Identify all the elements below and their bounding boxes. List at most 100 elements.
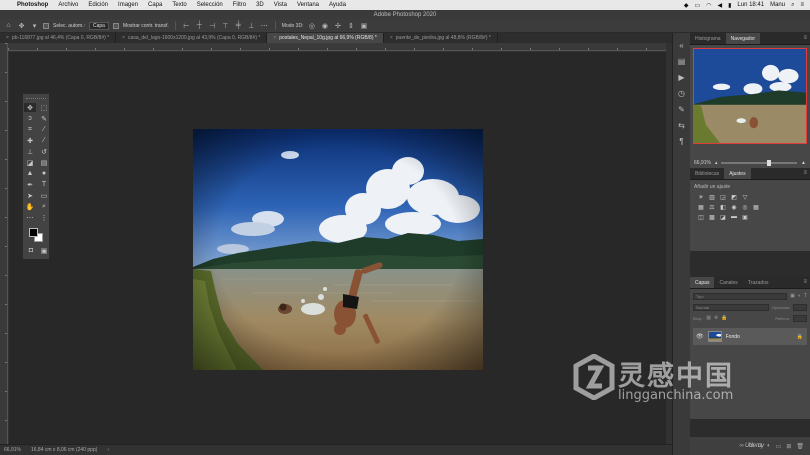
document-tab[interactable]: × puente_de_piedra.jpg al 48,8% (RGB/8#)… (384, 33, 498, 43)
hand-tool-icon[interactable]: ✋ (24, 202, 36, 211)
black-white-icon[interactable]: ◧ (720, 204, 726, 211)
menu-imagen[interactable]: Imagen (113, 2, 143, 8)
menu-capa[interactable]: Capa (143, 2, 167, 8)
tab-trazados[interactable]: Trazados (743, 277, 774, 288)
opacity-field[interactable] (793, 303, 807, 311)
zoom-level[interactable]: 66,91% (4, 447, 21, 453)
healing-brush-tool-icon[interactable]: ✚ (24, 136, 36, 145)
rectangle-tool-icon[interactable]: ▭ (38, 191, 50, 200)
navigator-thumbnail[interactable] (693, 48, 807, 144)
align-left-icon[interactable]: ⊢ (182, 21, 191, 30)
delete-layer-icon[interactable]: 🗑 (796, 443, 804, 450)
slide-3d-icon[interactable]: ⇕ (346, 21, 355, 30)
drag-3d-icon[interactable]: ✢ (333, 21, 342, 30)
properties-icon[interactable]: ▤ (677, 57, 686, 66)
fill-field[interactable] (793, 314, 807, 322)
selective-color-icon[interactable]: ▣ (742, 214, 748, 221)
dodge-tool-icon[interactable]: ● (38, 169, 50, 178)
document-image[interactable] (193, 129, 483, 370)
filter-pixel-icon[interactable]: ▣ (790, 293, 795, 299)
battery-icon[interactable]: ▮ (728, 2, 731, 9)
move-tool-icon[interactable]: ✥ (17, 21, 26, 30)
new-group-icon[interactable]: ▭ (776, 443, 782, 450)
home-icon[interactable]: ⌂ (4, 21, 13, 30)
blur-tool-icon[interactable]: ▲ (24, 169, 36, 178)
history-brush-tool-icon[interactable]: ↺ (38, 147, 50, 156)
exposure-icon[interactable]: ◩ (731, 194, 737, 201)
posterize-icon[interactable]: ▩ (709, 214, 715, 221)
paths-icon[interactable]: ⇆ (677, 121, 686, 130)
document-tab-active[interactable]: × postales_Nepal_10g.jpg al 66,9% (RGB/8… (267, 33, 384, 43)
levels-icon[interactable]: ▥ (709, 194, 715, 201)
volume-icon[interactable]: ◀ (717, 2, 722, 9)
clock-text[interactable]: Lun 18:41 (737, 2, 764, 8)
menu-3d[interactable]: 3D (251, 2, 269, 8)
align-middle-icon[interactable]: ╪ (234, 21, 243, 30)
hue-saturation-icon[interactable]: ▦ (698, 204, 704, 211)
color-balance-icon[interactable]: ⚖ (709, 204, 715, 211)
panel-menu-icon[interactable]: ≡ (803, 35, 807, 41)
document-tab[interactable]: × casa_del_lago-1600x1200.jpg al 43,9% (… (116, 33, 268, 43)
menu-filtro[interactable]: Filtro (228, 2, 251, 8)
more-tools-icon[interactable]: ⋯ (24, 213, 36, 222)
lasso-tool-icon[interactable]: ↄ (24, 114, 36, 123)
play-icon[interactable]: ▶ (677, 73, 686, 82)
menu-list-icon[interactable]: ≡ (800, 2, 804, 8)
layer-row[interactable]: 👁 Fondo 🔒 (693, 328, 807, 345)
filter-adjust-icon[interactable]: ◐ (798, 293, 801, 299)
more-options-icon[interactable]: ⋯ (260, 21, 269, 30)
align-top-icon[interactable]: ⊤ (221, 21, 230, 30)
zoom-in-icon[interactable]: ▲ (801, 160, 806, 166)
menu-ventana[interactable]: Ventana (292, 2, 324, 8)
layer-thumbnail[interactable] (707, 331, 722, 342)
screen-mode-icon[interactable]: ▣ (39, 246, 49, 255)
invert-icon[interactable]: ◫ (698, 214, 704, 221)
photo-filter-icon[interactable]: ◉ (731, 204, 737, 211)
layer-name[interactable]: Fondo (726, 334, 793, 340)
type-tool-icon[interactable]: T (38, 180, 50, 189)
threshold-icon[interactable]: ◪ (720, 214, 726, 221)
tab-histograma[interactable]: Histograma (690, 33, 726, 44)
lock-pixels-icon[interactable]: ▦ (706, 315, 711, 321)
clone-stamp-tool-icon[interactable]: ⊥ (24, 147, 36, 156)
crop-tool-icon[interactable]: ⌗ (24, 125, 36, 134)
visibility-eye-icon[interactable]: 👁 (696, 333, 704, 340)
scale-3d-icon[interactable]: ▣ (359, 21, 368, 30)
close-icon[interactable]: × (6, 35, 9, 41)
tab-navegador[interactable]: Navegador (725, 33, 761, 44)
close-icon[interactable]: × (273, 35, 276, 41)
path-selection-tool-icon[interactable]: ➤ (24, 191, 36, 200)
orbit-3d-icon[interactable]: ◎ (307, 21, 316, 30)
zoom-slider-handle[interactable] (767, 159, 772, 166)
display-icon[interactable]: ▭ (695, 2, 701, 9)
menu-edicion[interactable]: Edición (83, 2, 113, 8)
history-icon[interactable]: ◷ (677, 89, 686, 98)
new-layer-icon[interactable]: ⊞ (786, 443, 791, 450)
align-right-icon[interactable]: ⊣ (208, 21, 217, 30)
align-bottom-icon[interactable]: ⊥ (247, 21, 256, 30)
auto-select-checkbox[interactable] (43, 22, 49, 29)
gradient-tool-icon[interactable]: ▤ (38, 158, 50, 167)
gradient-map-icon[interactable]: ▬ (731, 214, 737, 220)
quick-selection-tool-icon[interactable]: ✎ (38, 114, 50, 123)
collapse-panels-icon[interactable]: « (677, 41, 686, 50)
link-layers-icon[interactable]: ∞ (739, 443, 743, 449)
tab-capas[interactable]: Capas (690, 277, 715, 288)
search-icon[interactable]: ⌕ (791, 2, 794, 9)
marquee-tool-icon[interactable]: ⬚ (38, 103, 50, 112)
lock-all-icon[interactable]: 🔒 (721, 315, 727, 321)
filter-type-icon[interactable]: T (804, 293, 807, 299)
zoom-slider[interactable] (721, 159, 798, 166)
tab-bibliotecas[interactable]: Bibliotecas (690, 168, 724, 179)
horizontal-ruler[interactable] (8, 43, 666, 51)
lock-position-icon[interactable]: ✥ (714, 315, 718, 321)
channel-mixer-icon[interactable]: ◎ (742, 204, 748, 211)
zoom-out-icon[interactable]: ▴ (715, 160, 718, 166)
panel-menu-icon[interactable]: ≡ (803, 279, 807, 285)
eraser-tool-icon[interactable]: ◪ (24, 158, 36, 167)
transform-controls-checkbox[interactable] (112, 22, 119, 29)
user-name[interactable]: Manu (770, 2, 785, 8)
adjustment-layer-icon[interactable]: ◐ (767, 443, 771, 449)
color-lookup-icon[interactable]: ▦ (753, 204, 759, 211)
eyedropper-tool-icon[interactable]: ⁄ (38, 125, 50, 134)
